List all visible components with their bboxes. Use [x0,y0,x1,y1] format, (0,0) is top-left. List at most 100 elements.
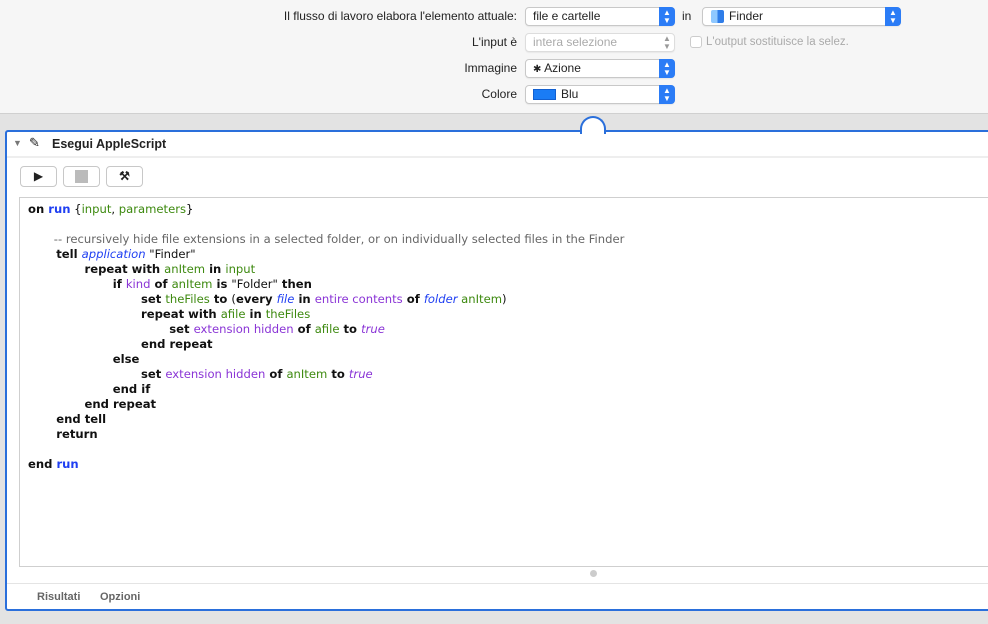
code-token: is [212,277,232,291]
code-token: to [339,322,362,336]
code-token: in [205,262,226,276]
color-value: Blu [561,87,579,101]
workflow-label: Il flusso di lavoro elabora l'elemento a… [283,9,517,23]
code-line: tell application "Finder" [28,247,988,262]
code-token: tell [28,247,82,261]
code-token: of [402,292,424,306]
code-token: "Folder" [231,277,278,291]
action-title: Esegui AppleScript [52,137,167,151]
code-line: end repeat [28,337,988,352]
chevron-updown-icon: ▲ ▼ [659,85,675,104]
code-token: set [28,292,166,306]
color-select[interactable]: Blu ▲ ▼ [525,85,675,104]
code-token: anItem [164,262,206,276]
code-token: set [28,367,166,381]
workflow-settings: Il flusso di lavoro elabora l'elemento a… [0,0,988,114]
code-token: to [327,367,349,381]
code-line: end tell [28,412,988,427]
workflow-input-value: file e cartelle [533,9,601,23]
code-token: , [111,202,119,216]
code-token: anItem [171,277,213,291]
script-editor[interactable]: on run {input, parameters} -- recursivel… [19,197,988,567]
application-select[interactable]: Finder ▲ ▼ [702,7,901,26]
code-token: then [277,277,312,291]
code-token: anItem [461,292,503,306]
run-button[interactable]: ▶ [20,166,57,187]
color-label: Colore [481,87,517,101]
action-panel: ▼ ✎ Esegui AppleScript ▶ ⚒ on run {input… [5,130,988,611]
compile-button[interactable]: ⚒ [106,166,143,187]
disclosure-triangle-icon[interactable]: ▼ [13,138,22,148]
action-title-bar: ▼ ✎ Esegui AppleScript [7,132,988,158]
code-token: run [56,457,79,471]
code-token: application [81,247,146,261]
code-token: parameters [118,202,187,216]
code-token: } [186,202,194,216]
code-token: end [28,457,57,471]
resize-handle[interactable] [590,570,597,577]
code-line: repeat with afile in theFiles [28,307,988,322]
code-token: repeat with [28,307,221,321]
code-line: else [28,352,988,367]
chevron-updown-icon: ▲ ▼ [663,34,671,51]
input-type-value: intera selezione [533,35,618,49]
applescript-icon: ✎ [29,135,40,150]
code-line: return [28,427,988,442]
color-swatch [533,89,556,100]
application-value: Finder [729,9,764,23]
input-label: L'input è [472,35,517,49]
code-token: true [361,322,385,336]
code-token: else [28,352,140,366]
code-line: end if [28,382,988,397]
code-token: entire contents [314,292,403,306]
code-token: anItem [286,367,328,381]
code-token: folder [423,292,458,306]
code-line: -- recursively hide file extensions in a… [28,232,988,247]
code-token: extension hidden [165,367,266,381]
stop-icon [75,170,88,184]
code-token: input [81,202,112,216]
play-icon: ▶ [33,169,44,183]
code-line: if kind of anItem is "Folder" then [28,277,988,292]
gear-icon: ✱ [533,64,545,75]
code-token: on [28,202,49,216]
code-token: run [48,202,71,216]
code-token: extension hidden [193,322,294,336]
stop-button[interactable] [63,166,100,187]
chevron-updown-icon: ▲ ▼ [885,7,901,26]
chevron-updown-icon: ▲ ▼ [659,59,675,78]
code-token: { [70,202,82,216]
code-token: theFiles [165,292,210,306]
code-token: repeat with [28,262,165,276]
code-token: "Finder" [145,247,196,261]
connector-notch [580,116,606,134]
code-token: end if [28,382,151,396]
code-token: end repeat [28,337,213,351]
code-token: theFiles [265,307,311,321]
code-token: of [150,277,172,291]
code-token: end tell [28,412,107,426]
code-token: end repeat [28,397,157,411]
tab-options[interactable]: Opzioni [100,591,140,603]
code-token: every [235,292,277,306]
workflow-input-select[interactable]: file e cartelle ▲ ▼ [525,7,675,26]
code-line: set extension hidden of afile to true [28,322,988,337]
image-select[interactable]: ✱ Azione ▲ ▼ [525,59,675,78]
code-line: set theFiles to (every file in entire co… [28,292,988,307]
code-token: if [28,277,126,291]
code-token: kind [125,277,151,291]
input-type-select[interactable]: intera selezione ▲ ▼ [525,33,675,52]
hammer-icon: ⚒ [119,169,130,183]
output-replaces-label: L'output sostituisce la selez. [706,36,849,48]
code-token: in [245,307,266,321]
code-line: end repeat [28,397,988,412]
code-token: of [265,367,287,381]
output-replaces-checkbox[interactable] [690,36,702,48]
in-label: in [682,9,692,23]
tab-results[interactable]: Risultati [37,591,80,603]
code-token: in [294,292,315,306]
code-token: -- recursively hide file extensions in a… [28,232,625,246]
code-line: set extension hidden of anItem to true [28,367,988,382]
